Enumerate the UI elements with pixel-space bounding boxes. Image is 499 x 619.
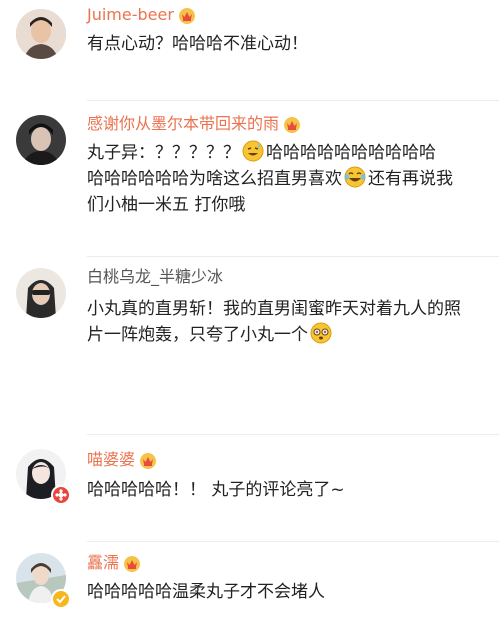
username[interactable]: 白桃乌龙_半糖少冰: [87, 267, 223, 287]
username[interactable]: 感谢你从墨尔本带回来的雨: [87, 114, 302, 134]
comment-text: 哈哈哈哈哈温柔丸子才不会堵人: [87, 582, 325, 602]
crown-badge-icon: [177, 7, 197, 24]
comment-text: 有点心动？哈哈哈不准心动！: [87, 34, 308, 54]
crown-badge-icon: [122, 555, 142, 572]
crown-badge-icon: [282, 116, 302, 133]
comment-item: 靐濡 哈哈哈哈哈温柔丸子才不会堵人: [0, 545, 499, 619]
divider: [87, 541, 499, 542]
crown-badge-icon: [138, 452, 158, 469]
dizzy-emoji: [310, 322, 332, 344]
avatar[interactable]: [16, 268, 66, 318]
divider: [87, 256, 499, 257]
avatar[interactable]: [16, 9, 66, 59]
grin-sweat-emoji: [242, 140, 264, 162]
divider: [87, 100, 499, 101]
laugh-cry-emoji: [344, 166, 366, 188]
comment-text: 小丸真的直男斩！我的直男闺蜜昨天对着九人的照 片一阵炮轰，只夸了小丸一个: [87, 299, 461, 345]
comment-text: 哈哈哈哈哈！！ 丸子的评论亮了~: [87, 480, 345, 500]
red-flower-badge: [51, 485, 71, 505]
verified-badge: [51, 589, 71, 609]
comment-item: 喵婆婆 哈哈哈哈哈！！ 丸子的评论亮了~: [0, 438, 499, 538]
divider: [87, 434, 499, 435]
username[interactable]: 喵婆婆: [87, 450, 158, 470]
comment-item: 白桃乌龙_半糖少冰 小丸真的直男斩！我的直男闺蜜昨天对着九人的照 片一阵炮轰，只…: [0, 260, 499, 430]
avatar[interactable]: [16, 115, 66, 165]
username[interactable]: Juime-beer: [87, 5, 197, 25]
comment-item: Juime-beer 有点心动？哈哈哈不准心动！: [0, 0, 499, 95]
comment-text: 丸子异：？？？？？ 哈哈哈哈哈哈哈哈哈哈 哈哈哈哈哈哈为啥这么招直男喜欢 还有再说我…: [87, 140, 487, 218]
username[interactable]: 靐濡: [87, 553, 142, 573]
comment-item: 感谢你从墨尔本带回来的雨 丸子异：？？？？？ 哈哈哈哈哈哈哈哈哈哈 哈哈哈哈哈哈为…: [0, 105, 499, 245]
